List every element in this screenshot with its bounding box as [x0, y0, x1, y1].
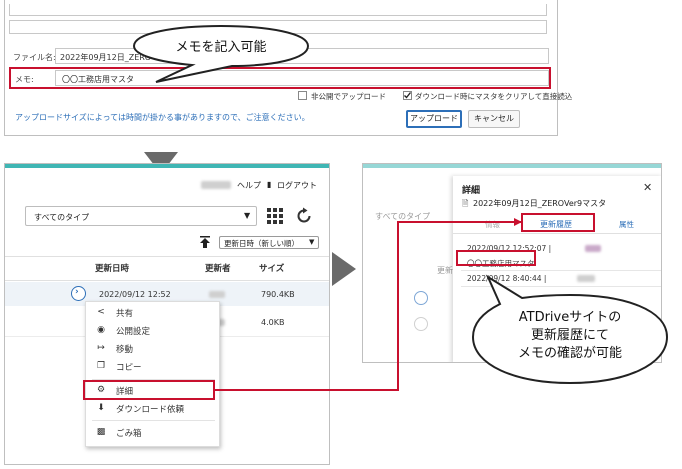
callout-line: メモの確認が可能 [517, 346, 622, 361]
callout-history-text: ATDriveサイトの 更新履歴にて メモの確認が可能 [470, 309, 670, 363]
callout-line: 更新履歴にて [530, 328, 609, 343]
callout-history-bubble: ATDriveサイトの 更新履歴にて メモの確認が可能 [470, 274, 670, 386]
connector-line [215, 218, 522, 391]
callout-line: ATDriveサイトの [518, 310, 622, 325]
